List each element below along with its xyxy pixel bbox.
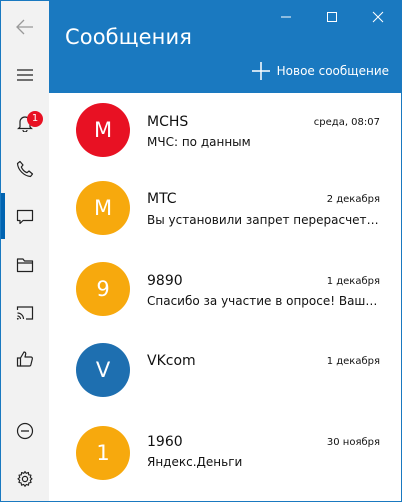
hamburger-menu-button[interactable]	[1, 51, 49, 99]
maximize-button[interactable]	[309, 1, 355, 33]
message-date: 30 ноября	[326, 437, 380, 448]
sidebar-item-settings[interactable]	[1, 455, 49, 502]
cast-icon	[16, 306, 34, 320]
message-date: 1 декабря	[326, 276, 380, 287]
avatar: 1	[76, 426, 130, 480]
thumbs-up-icon	[16, 351, 33, 367]
minimize-button[interactable]	[263, 1, 309, 33]
message-icon	[16, 209, 34, 225]
sidebar: 1	[1, 1, 49, 501]
maximize-icon	[327, 12, 337, 22]
sidebar-item-files[interactable]	[1, 241, 49, 289]
message-preview: Спасибо за участие в опросе! Ваши от...	[147, 294, 379, 308]
new-message-button[interactable]: Новое сообщение	[251, 59, 389, 83]
conversation-item[interactable]: M MTC 2 декабря Вы установили запрет пер…	[49, 175, 401, 257]
message-preview: Яндекс.Деньги	[147, 455, 243, 469]
conversation-item[interactable]: V VKcom 1 декабря	[49, 339, 401, 421]
contact-name: VKcom	[147, 353, 196, 369]
back-button[interactable]	[1, 3, 49, 51]
close-button[interactable]	[355, 1, 401, 33]
contact-name: MCHS	[147, 114, 189, 130]
sidebar-item-calls[interactable]	[1, 145, 49, 193]
message-preview: Вы установили запрет перерасчета. В...	[147, 213, 379, 227]
page-title: Сообщения	[65, 25, 192, 49]
new-message-label: Новое сообщение	[276, 64, 389, 78]
message-date: 1 декабря	[326, 356, 380, 367]
folder-icon	[16, 258, 34, 273]
message-date: среда, 08:07	[313, 117, 380, 128]
close-icon	[372, 11, 384, 23]
minus-circle-icon	[16, 422, 34, 440]
notification-badge: 1	[27, 111, 43, 127]
sidebar-item-feedback[interactable]	[1, 335, 49, 383]
message-preview: МЧС: по данным	[147, 135, 251, 149]
plus-icon	[251, 62, 270, 80]
app-header: Сообщения Новое сообщение	[49, 1, 401, 93]
contact-name: 1960	[147, 434, 183, 450]
conversation-list: M MCHS среда, 08:07 МЧС: по данным M MTC…	[49, 93, 401, 501]
contact-name: 9890	[147, 273, 183, 289]
gear-icon	[17, 470, 33, 487]
contact-name: MTC	[147, 191, 177, 207]
phone-icon	[16, 160, 34, 178]
conversation-item[interactable]: 9 9890 1 декабря Спасибо за участие в оп…	[49, 257, 401, 339]
back-arrow-icon	[16, 19, 33, 35]
sidebar-item-disconnect[interactable]	[1, 407, 49, 455]
sidebar-item-messages[interactable]	[1, 193, 49, 241]
conversation-item[interactable]: 1 1960 30 ноября Яндекс.Деньги	[49, 421, 401, 502]
conversation-item[interactable]: M MCHS среда, 08:07 МЧС: по данным	[49, 93, 401, 175]
app-window: 1 Сообщения Новое сообщение M MCHS среда…	[0, 0, 402, 502]
avatar: M	[76, 103, 130, 157]
avatar: 9	[76, 262, 130, 316]
minimize-icon	[281, 16, 291, 18]
avatar: M	[76, 181, 130, 235]
sidebar-item-cast[interactable]	[1, 289, 49, 337]
avatar: V	[76, 343, 130, 397]
message-date: 2 декабря	[326, 194, 380, 205]
hamburger-icon	[17, 69, 33, 81]
